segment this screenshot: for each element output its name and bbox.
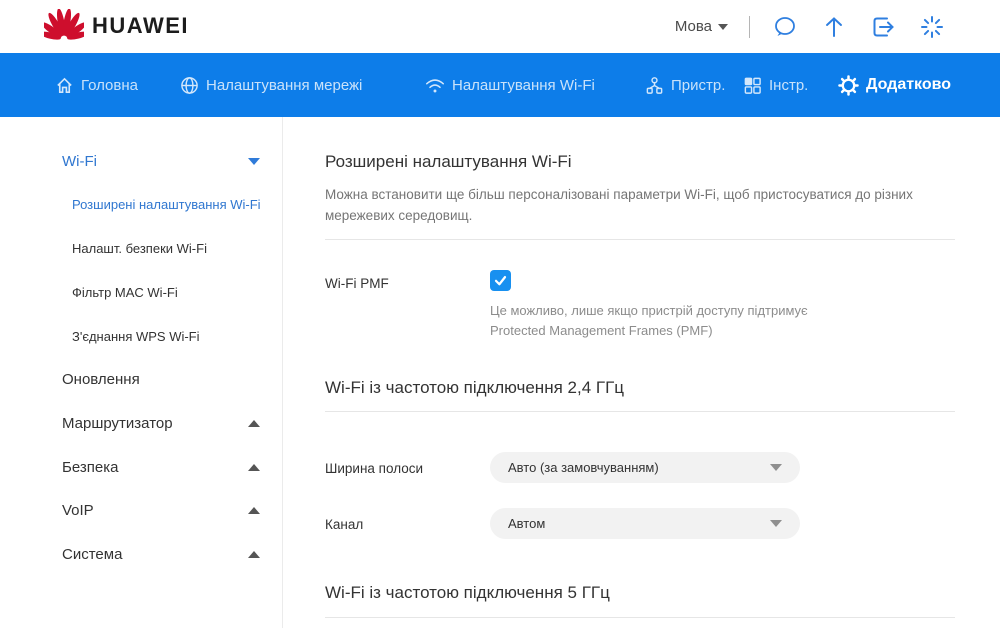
- nav-item-label: Додатково: [866, 76, 952, 93]
- chevron-down-icon: [248, 157, 260, 165]
- top-header: HUAWEI Мова: [0, 0, 1000, 53]
- channel-select-value: Автом: [508, 516, 546, 531]
- sidebar-item-wifi-mac-filter[interactable]: Фільтр MAC Wi-Fi: [0, 279, 283, 305]
- section-title-5ghz: Wi-Fi із частотою підключення 5 ГГц: [325, 583, 610, 602]
- gear-icon: [838, 74, 859, 96]
- logout-icon[interactable]: [869, 13, 897, 41]
- sidebar: Wi-Fi Розширені налаштування Wi-Fi Налаш…: [0, 117, 283, 628]
- nav-item-devices[interactable]: Пристр.: [645, 53, 725, 117]
- chat-icon[interactable]: [771, 13, 799, 41]
- sidebar-item-label: Фільтр MAC Wi-Fi: [72, 284, 178, 300]
- sidebar-item-system[interactable]: Система: [0, 541, 283, 567]
- divider: [325, 239, 955, 240]
- sidebar-item-label: Wi-Fi: [62, 152, 97, 170]
- bandwidth-label: Ширина полоси: [325, 461, 424, 476]
- sidebar-item-advanced-wifi-settings[interactable]: Розширені налаштування Wi-Fi: [0, 191, 283, 217]
- nav-item-label: Пристр.: [671, 76, 726, 94]
- router-admin-page: HUAWEI Мова Головна Налаштування мережі …: [0, 0, 1000, 628]
- nav-item-tools[interactable]: Інстр.: [743, 53, 808, 117]
- nav-item-home[interactable]: Головна: [55, 53, 138, 117]
- upload-arrow-icon[interactable]: [820, 13, 848, 41]
- chevron-up-icon: [248, 550, 260, 558]
- sidebar-item-label: VoIP: [62, 501, 94, 519]
- chevron-up-icon: [248, 419, 260, 427]
- chevron-down-icon: [718, 23, 728, 30]
- sidebar-item-label: Система: [62, 545, 123, 563]
- sidebar-item-wifi-security-settings[interactable]: Налашт. безпеки Wi-Fi: [0, 235, 283, 261]
- nav-item-label: Інстр.: [769, 76, 809, 94]
- language-dropdown[interactable]: Мова: [675, 18, 728, 35]
- pmf-label: Wi-Fi PMF: [325, 276, 389, 291]
- section-title-24ghz: Wi-Fi із частотою підключення 2,4 ГГц: [325, 378, 625, 397]
- nav-item-label: Налаштування Wi-Fi: [452, 76, 595, 94]
- nav-item-label: Головна: [81, 76, 138, 94]
- header-actions: Мова: [675, 0, 946, 53]
- divider: [325, 411, 955, 412]
- check-icon: [494, 276, 507, 286]
- page-description: Можна встановити ще більш персоналізован…: [325, 187, 913, 223]
- sidebar-item-label: Безпека: [62, 458, 119, 476]
- sidebar-item-voip[interactable]: VoIP: [0, 497, 283, 523]
- header-divider: [749, 15, 750, 38]
- chevron-down-icon: [770, 464, 782, 471]
- tools-grid-icon: [744, 77, 761, 94]
- sidebar-item-wifi[interactable]: Wi-Fi: [0, 148, 283, 174]
- sidebar-item-label: З'єднання WPS Wi-Fi: [72, 328, 200, 344]
- devices-topology-icon: [646, 76, 663, 94]
- divider: [325, 617, 955, 618]
- chevron-up-icon: [248, 463, 260, 471]
- page-title: Розширені налаштування Wi-Fi: [325, 152, 572, 171]
- sidebar-item-label: Налашт. безпеки Wi-Fi: [72, 240, 207, 256]
- channel-select[interactable]: Автом: [490, 508, 800, 539]
- sidebar-item-wifi-wps-connection[interactable]: З'єднання WPS Wi-Fi: [0, 323, 283, 349]
- sidebar-item-label: Маршрутизатор: [62, 414, 173, 432]
- main-content: Розширені налаштування Wi-Fi Можна встан…: [325, 117, 955, 628]
- language-label: Мова: [674, 18, 712, 35]
- nav-item-advanced[interactable]: Додатково: [838, 53, 951, 117]
- wifi-icon: [426, 78, 444, 92]
- nav-item-network-settings[interactable]: Налаштування мережі: [180, 53, 362, 117]
- sidebar-item-security[interactable]: Безпека: [0, 454, 283, 480]
- huawei-flower-icon: [44, 9, 84, 43]
- pmf-help-text: Це можливо, лише якщо пристрій доступу п…: [490, 303, 808, 338]
- sidebar-item-label: Розширені налаштування Wi-Fi: [72, 196, 261, 212]
- nav-item-wifi-settings[interactable]: Налаштування Wi-Fi: [425, 53, 595, 117]
- brand-name: HUAWEI: [92, 13, 189, 38]
- home-icon: [57, 77, 72, 93]
- loading-spinner-icon[interactable]: [918, 13, 946, 41]
- sidebar-item-update[interactable]: Оновлення: [0, 366, 283, 392]
- chevron-down-icon: [770, 520, 782, 527]
- sidebar-item-label: Оновлення: [62, 370, 140, 388]
- huawei-logo: HUAWEI: [44, 9, 189, 43]
- bandwidth-select-value: Авто (за замовчуванням): [508, 460, 659, 475]
- chevron-up-icon: [248, 506, 260, 514]
- main-navbar: Головна Налаштування мережі Налаштування…: [0, 53, 1000, 117]
- pmf-checkbox[interactable]: [490, 270, 511, 291]
- channel-label: Канал: [325, 517, 364, 532]
- globe-icon: [181, 76, 198, 94]
- nav-item-label: Налаштування мережі: [206, 76, 363, 94]
- sidebar-item-router[interactable]: Маршрутизатор: [0, 410, 283, 436]
- bandwidth-select[interactable]: Авто (за замовчуванням): [490, 452, 800, 483]
